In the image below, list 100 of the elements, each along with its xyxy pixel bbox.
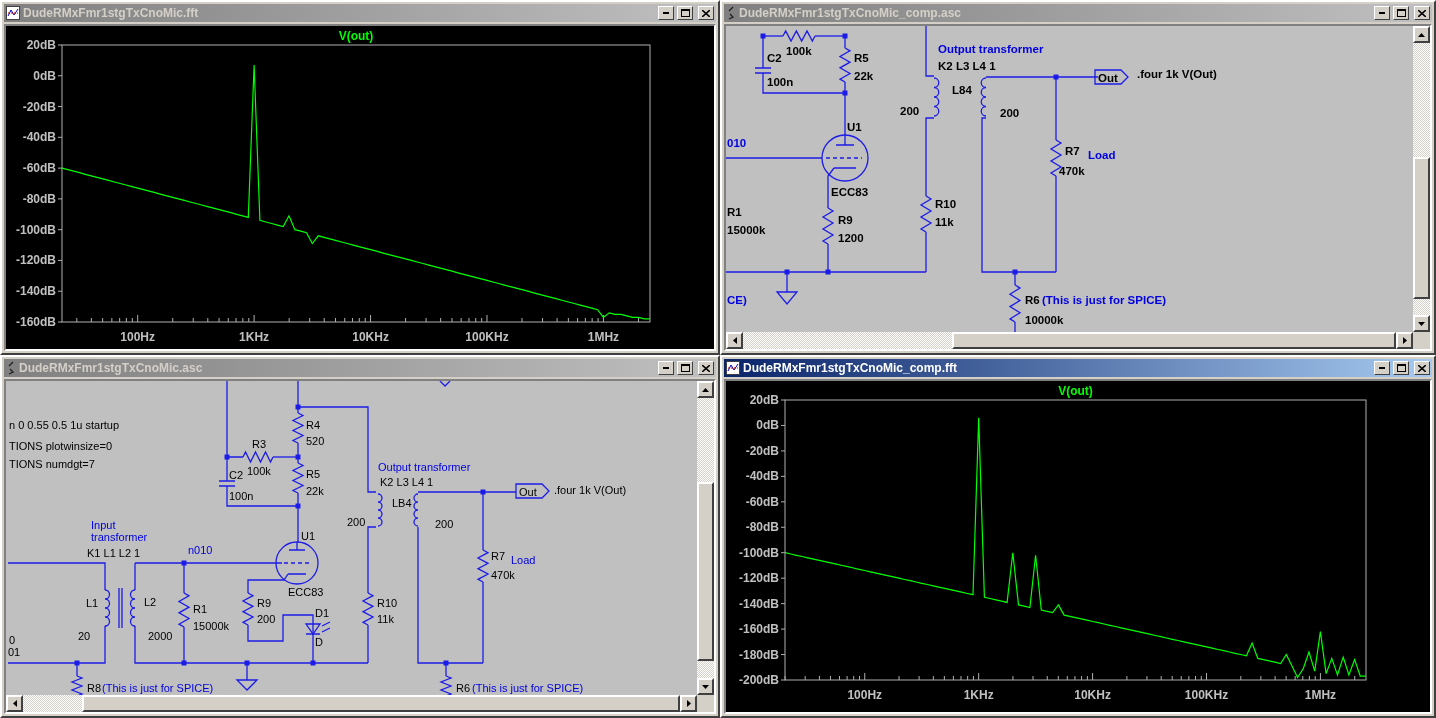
y-tick-label: 20dB <box>26 38 56 52</box>
scroll-up-button[interactable] <box>697 381 714 398</box>
scrollbar-thumb[interactable] <box>1413 157 1430 299</box>
net-label: Output transformer <box>938 43 1044 55</box>
component-label: n 0 0.55 0.5 1u startup <box>9 419 120 431</box>
left-arrow-icon <box>12 700 17 707</box>
y-tick-label: -200dB <box>739 673 779 687</box>
minimize-button[interactable] <box>658 6 674 20</box>
maximize-button[interactable] <box>677 6 693 20</box>
down-arrow-icon <box>1418 321 1425 326</box>
y-tick-label: 20dB <box>749 393 779 407</box>
component-label: 200 <box>257 613 276 625</box>
y-tick-label: -140dB <box>16 284 56 299</box>
component-label: R7 <box>1065 145 1080 157</box>
component-label: 22k <box>306 485 324 497</box>
window-title: DudeRMxFmr1stgTxCnoMic_comp.fft <box>743 361 958 375</box>
minimize-button[interactable] <box>1374 361 1390 375</box>
component-label: K2 L3 L4 1 <box>938 60 996 72</box>
component-label: 100n <box>229 490 254 502</box>
minimize-button[interactable] <box>658 361 674 375</box>
net-label: Load <box>1088 149 1116 161</box>
component-label: 200 <box>435 518 454 530</box>
port-flag <box>515 483 550 499</box>
x-tick-label: 1MHz <box>587 330 620 344</box>
y-tick-label: -160dB <box>16 315 56 329</box>
component-label: R10 <box>377 597 398 609</box>
component-label: D <box>315 636 323 648</box>
minimize-button[interactable] <box>1374 6 1390 20</box>
component-label: 470k <box>1059 165 1085 177</box>
component-label: .four 1k V(Out) <box>1137 68 1217 80</box>
component-label: 2000 <box>148 630 173 642</box>
maximize-icon <box>1396 364 1406 372</box>
y-tick-label: -120dB <box>739 571 779 586</box>
waveform-icon <box>6 6 20 20</box>
minimize-icon <box>1379 12 1385 14</box>
y-tick-label: -140dB <box>739 596 779 611</box>
y-tick-label: -100dB <box>16 222 56 237</box>
component-label: 10000k <box>1025 314 1064 326</box>
y-tick-label: -60dB <box>745 494 779 509</box>
scrollbar-thumb[interactable] <box>951 332 1396 349</box>
scrollbar-thumb[interactable] <box>697 482 714 662</box>
scroll-down-button[interactable] <box>1413 315 1430 332</box>
component-label: LB4 <box>392 497 412 509</box>
x-tick-label: 100Hz <box>847 688 883 702</box>
component-label: C2 <box>229 469 244 481</box>
component-label: 11k <box>935 216 954 228</box>
component-label: R6 <box>1025 294 1040 306</box>
y-tick-label: -100dB <box>739 545 779 560</box>
close-button[interactable] <box>698 361 714 375</box>
net-label: (This is just for SPICE) <box>102 682 214 694</box>
x-tick-label: 100KHz <box>465 330 509 344</box>
maximize-button[interactable] <box>677 361 693 375</box>
right-arrow-icon <box>686 700 691 707</box>
component-label: 200 <box>1000 107 1020 119</box>
component-label: 22k <box>854 70 874 82</box>
net-label: Output transformer <box>378 461 471 473</box>
minimize-icon <box>1379 367 1385 369</box>
maximize-icon <box>680 9 690 17</box>
component-label: R1 <box>727 206 742 218</box>
y-tick-label: -160dB <box>739 622 779 637</box>
scroll-right-button[interactable] <box>1396 332 1413 349</box>
component-label: D1 <box>315 607 330 619</box>
close-button[interactable] <box>698 6 714 20</box>
component-label: TIONS plotwinsize=0 <box>9 440 112 452</box>
component-label: U1 <box>847 121 862 133</box>
component-label: TIONS numdgt=7 <box>9 458 95 470</box>
scroll-left-button[interactable] <box>6 695 23 712</box>
squiggle-icon <box>6 361 16 375</box>
x-tick-label: 1KHz <box>963 688 994 702</box>
window-title: DudeRMxFmr1stgTxCnoMic_comp.asc <box>739 6 963 20</box>
port-label: Out <box>519 486 537 498</box>
component-label: U1 <box>301 530 316 542</box>
close-button[interactable] <box>1414 361 1430 375</box>
port-flag <box>1094 69 1129 85</box>
close-button[interactable] <box>1414 6 1430 20</box>
component-label: 200 <box>900 105 920 117</box>
component-label: R10 <box>935 198 957 210</box>
net-label: Input <box>91 519 116 531</box>
component-label: .four 1k V(Out) <box>554 484 627 496</box>
scroll-up-button[interactable] <box>1413 26 1430 43</box>
net-label: transformer <box>91 531 148 543</box>
y-tick-label: -20dB <box>745 443 779 458</box>
component-label: ECC83 <box>288 586 324 598</box>
component-label: L2 <box>144 596 157 608</box>
scrollbar-corner <box>697 695 714 712</box>
maximize-button[interactable] <box>1393 6 1409 20</box>
close-icon <box>702 364 710 372</box>
maximize-button[interactable] <box>1393 361 1409 375</box>
component-label: R9 <box>257 597 272 609</box>
squiggle-icon <box>726 6 736 20</box>
net-label: 010 <box>727 137 747 149</box>
y-tick-label: -80dB <box>745 520 779 535</box>
component-label: 15000k <box>193 620 230 632</box>
component-label: L84 <box>952 84 972 96</box>
scroll-right-button[interactable] <box>680 695 697 712</box>
scroll-left-button[interactable] <box>726 332 743 349</box>
scroll-down-button[interactable] <box>697 678 714 695</box>
net-label: (This is just for SPICE) <box>472 682 584 694</box>
component-label: 0 <box>9 634 16 646</box>
x-tick-label: 10KHz <box>1074 688 1111 702</box>
